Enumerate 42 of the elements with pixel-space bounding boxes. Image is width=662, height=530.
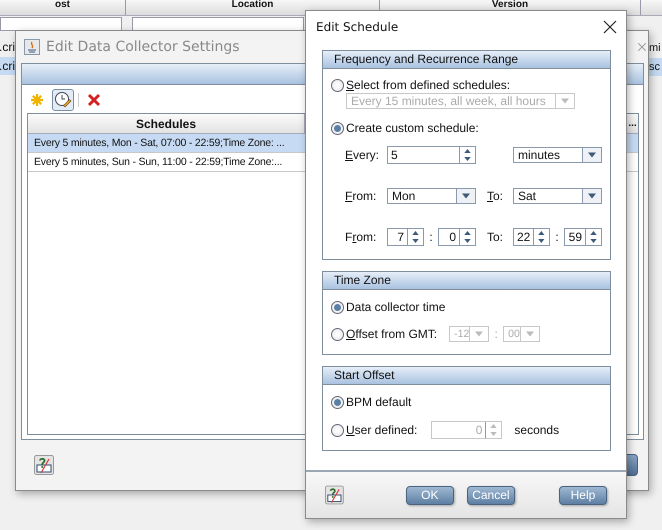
field-label: Every: [345,148,380,162]
table-cell-text: .cri [0,39,16,56]
dialog-button[interactable] [626,454,638,476]
column-header: ost [55,0,70,10]
unit-label: seconds [514,423,560,437]
spinner-field[interactable]: 0 [438,228,476,246]
section-header: Start Offset [323,367,610,385]
filter-field[interactable] [132,17,304,31]
column-header: Schedules [136,116,196,130]
field-label: From: [345,189,378,203]
toolbar-button[interactable] [52,89,74,111]
separator-text: : [428,230,434,244]
section-header: Time Zone [323,272,610,290]
radio-button[interactable]: Create custom schedule: [331,121,479,135]
field-label: To: [487,230,504,244]
field-label: To: [487,189,504,203]
window-title: Edit Data Collector Settings [46,38,240,54]
window-title: Edit Schedule [316,20,398,34]
table-cell: sc [649,58,662,76]
section-header: Frequency and Recurrence Range [323,51,610,69]
spinner-field[interactable]: 59 [564,228,602,246]
spinner-field[interactable]: 22 [513,228,550,246]
day-dropdown[interactable]: Sat [513,188,602,204]
column-header: ... [628,118,637,129]
column-header: Version [492,0,528,10]
spinner-field[interactable]: 7 [387,228,424,246]
star-icon [30,93,44,107]
help-icon[interactable] [34,455,54,475]
separator-text: : [554,230,560,244]
table-cell-text: mi [649,41,662,56]
separator-text: : [493,327,499,341]
day-dropdown[interactable]: Mon [387,188,476,204]
help-icon[interactable] [325,485,344,505]
app-icon [24,38,40,54]
column-header: Location [232,0,274,10]
clock-pencil-icon [54,91,72,109]
close-icon[interactable] [602,18,618,34]
unit-dropdown[interactable]: minutes [513,147,602,163]
filter-field[interactable] [0,17,122,31]
field-label: From: [345,230,378,244]
spinner-field[interactable]: 5 [387,146,476,164]
delete-icon [87,93,101,107]
